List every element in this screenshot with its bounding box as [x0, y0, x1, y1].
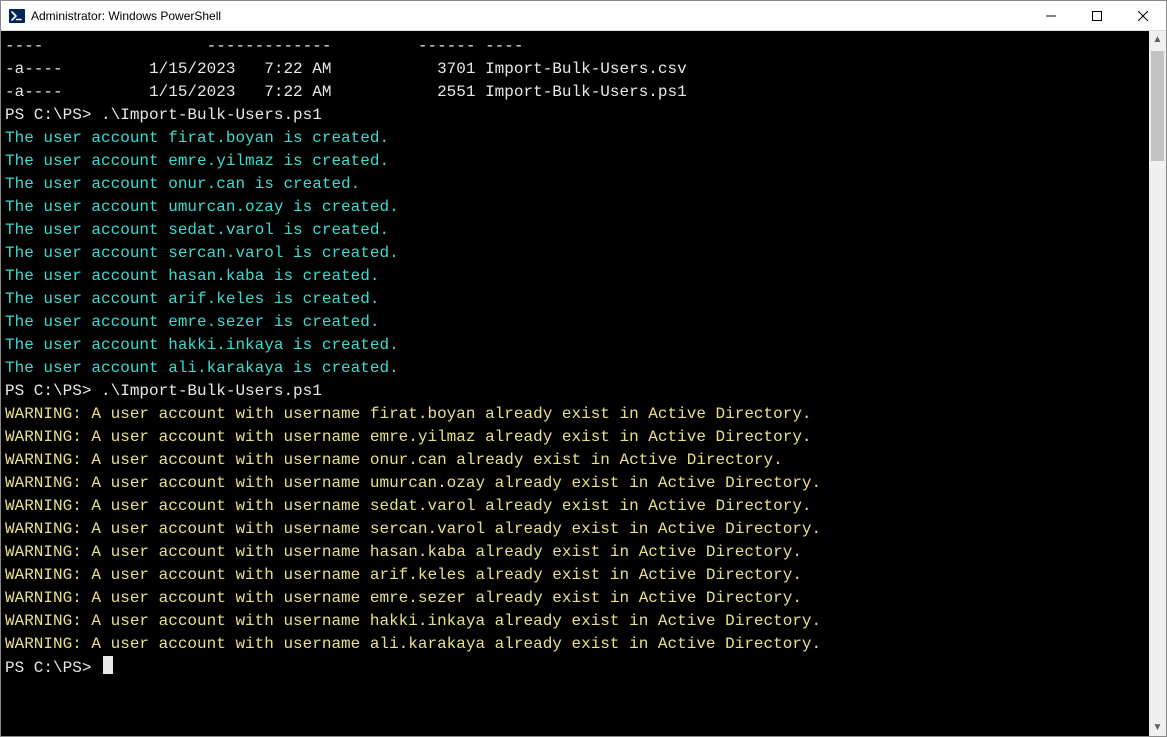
terminal-line: The user account emre.sezer is created. [5, 311, 1149, 334]
scroll-up-arrow-icon[interactable]: ▲ [1149, 31, 1166, 48]
terminal-line: WARNING: A user account with username fi… [5, 403, 1149, 426]
terminal-line: The user account sercan.varol is created… [5, 242, 1149, 265]
scroll-down-arrow-icon[interactable]: ▼ [1149, 719, 1166, 736]
terminal-line: PS C:\PS> .\Import-Bulk-Users.ps1 [5, 104, 1149, 127]
terminal-container: ---- ------------- ------ -----a---- 1/1… [1, 31, 1166, 736]
terminal-line: ---- ------------- ------ ---- [5, 35, 1149, 58]
terminal-line: The user account umurcan.ozay is created… [5, 196, 1149, 219]
terminal-line: WARNING: A user account with username ar… [5, 564, 1149, 587]
terminal-line: WARNING: A user account with username um… [5, 472, 1149, 495]
terminal-line: WARNING: A user account with username al… [5, 633, 1149, 656]
window-close-button[interactable] [1120, 1, 1166, 31]
terminal-line: The user account emre.yilmaz is created. [5, 150, 1149, 173]
terminal-line: The user account arif.keles is created. [5, 288, 1149, 311]
window-titlebar[interactable]: Administrator: Windows PowerShell [1, 1, 1166, 31]
terminal-line: The user account sedat.varol is created. [5, 219, 1149, 242]
terminal-line: -a---- 1/15/2023 7:22 AM 3701 Import-Bul… [5, 58, 1149, 81]
terminal-cursor [103, 656, 113, 674]
terminal-line: WARNING: A user account with username on… [5, 449, 1149, 472]
powershell-icon [9, 8, 25, 24]
terminal-output[interactable]: ---- ------------- ------ -----a---- 1/1… [1, 31, 1149, 736]
scrollbar-thumb[interactable] [1151, 51, 1164, 161]
terminal-line: WARNING: A user account with username em… [5, 587, 1149, 610]
window-maximize-button[interactable] [1074, 1, 1120, 31]
terminal-line: WARNING: A user account with username em… [5, 426, 1149, 449]
terminal-line: WARNING: A user account with username ha… [5, 541, 1149, 564]
terminal-line: -a---- 1/15/2023 7:22 AM 2551 Import-Bul… [5, 81, 1149, 104]
terminal-line: The user account hasan.kaba is created. [5, 265, 1149, 288]
terminal-line: The user account hakki.inkaya is created… [5, 334, 1149, 357]
terminal-line: PS C:\PS> .\Import-Bulk-Users.ps1 [5, 380, 1149, 403]
terminal-line: WARNING: A user account with username se… [5, 518, 1149, 541]
terminal-line: WARNING: A user account with username ha… [5, 610, 1149, 633]
window-title: Administrator: Windows PowerShell [31, 9, 221, 23]
terminal-line: The user account ali.karakaya is created… [5, 357, 1149, 380]
vertical-scrollbar[interactable]: ▲ ▼ [1149, 31, 1166, 736]
window-minimize-button[interactable] [1028, 1, 1074, 31]
terminal-line: The user account firat.boyan is created. [5, 127, 1149, 150]
terminal-line: PS C:\PS> [5, 656, 1149, 680]
terminal-line: The user account onur.can is created. [5, 173, 1149, 196]
terminal-line: WARNING: A user account with username se… [5, 495, 1149, 518]
